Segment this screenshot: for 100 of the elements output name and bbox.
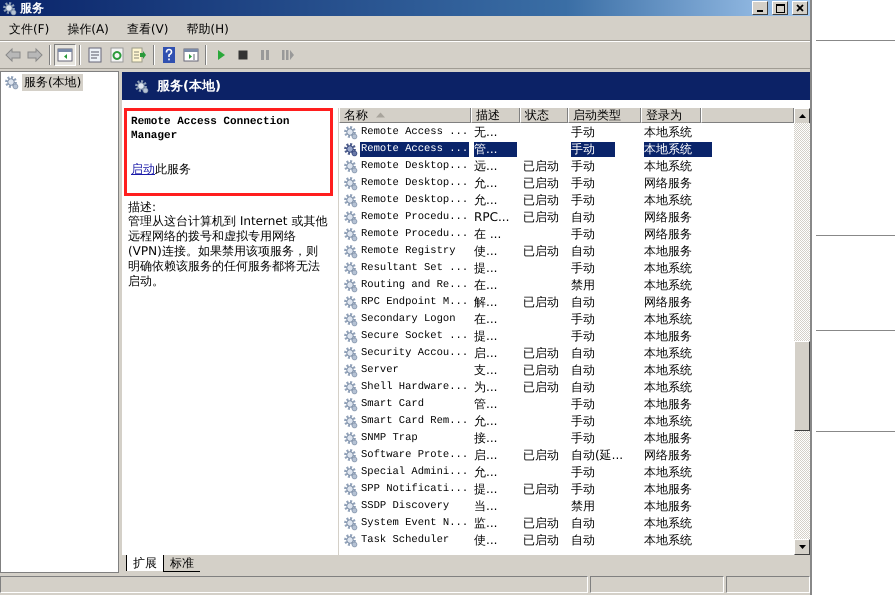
gear-icon bbox=[4, 75, 19, 90]
column-header[interactable]: 状态 bbox=[520, 108, 568, 123]
gear-icon bbox=[343, 227, 358, 242]
maximize-button[interactable] bbox=[772, 1, 788, 15]
scrollbar-thumb[interactable] bbox=[794, 341, 810, 431]
gear-icon bbox=[343, 312, 358, 327]
startup-type-cell: 自动 bbox=[571, 533, 595, 548]
status-cell: 已启动 bbox=[523, 482, 559, 497]
menu-item[interactable]: 操作(A) bbox=[58, 20, 118, 38]
startup-type-cell: 手动 bbox=[571, 397, 595, 412]
column-header[interactable]: 名称 bbox=[339, 108, 471, 123]
pane-toggle-icon[interactable] bbox=[54, 44, 76, 66]
log-on-as-cell: 本地系统 bbox=[644, 380, 692, 395]
startup-type-cell: 手动 bbox=[571, 482, 595, 497]
close-button[interactable] bbox=[792, 1, 808, 15]
service-name[interactable]: Remote Desktop... bbox=[360, 193, 470, 208]
service-name[interactable]: Task Scheduler bbox=[360, 533, 450, 548]
down-arrow-icon bbox=[798, 545, 806, 549]
description-cell: 在 ... bbox=[474, 227, 502, 242]
description-cell: 提... bbox=[474, 329, 498, 344]
description-cell: 监... bbox=[474, 516, 498, 531]
scroll-down-button[interactable] bbox=[794, 539, 810, 555]
description-cell: 启... bbox=[474, 346, 498, 361]
service-title: Remote Access Connection Manager bbox=[131, 115, 290, 143]
service-name[interactable]: SNMP Trap bbox=[360, 431, 419, 446]
maximize-icon bbox=[776, 4, 784, 12]
scroll-up-button[interactable] bbox=[794, 108, 810, 124]
startup-type-cell: 手动 bbox=[571, 329, 595, 344]
gear-icon bbox=[343, 244, 358, 259]
service-name[interactable]: Remote Access ... bbox=[360, 142, 470, 157]
startup-type-cell: 自动 bbox=[571, 380, 595, 395]
startup-type-cell: 手动 bbox=[571, 414, 595, 429]
column-header[interactable]: 启动类型 bbox=[568, 108, 641, 123]
log-on-as-cell: 本地系统 bbox=[644, 261, 692, 276]
service-name[interactable]: SSDP Discovery bbox=[360, 499, 450, 514]
minimize-button[interactable] bbox=[752, 1, 768, 15]
startup-type-cell: 自动 bbox=[571, 363, 595, 378]
description-cell: 提... bbox=[474, 482, 498, 497]
log-on-as-cell: 本地服务 bbox=[644, 499, 692, 514]
panel-title: 服务(本地) bbox=[157, 78, 221, 95]
gear-icon bbox=[343, 363, 358, 378]
service-name[interactable]: Server bbox=[360, 363, 400, 378]
gear-icon bbox=[343, 295, 358, 310]
status-cell: 已启动 bbox=[523, 193, 559, 208]
status-cell: 已启动 bbox=[523, 295, 559, 310]
menu-item[interactable]: 帮助(H) bbox=[177, 20, 238, 38]
description-cell: 允... bbox=[474, 193, 498, 208]
gear-icon bbox=[343, 278, 358, 293]
description-cell: 解... bbox=[474, 295, 498, 310]
service-name[interactable]: Secondary Logon bbox=[360, 312, 457, 327]
menu-item[interactable]: 查看(V) bbox=[118, 20, 178, 38]
service-name[interactable]: Remote Desktop... bbox=[360, 159, 470, 174]
description-cell: 接... bbox=[474, 431, 498, 446]
startup-type-cell: 自动 bbox=[571, 346, 595, 361]
gear-icon bbox=[343, 380, 358, 395]
service-name[interactable]: Remote Procedu... bbox=[360, 210, 470, 225]
log-on-as-cell: 网络服务 bbox=[644, 448, 692, 463]
service-name[interactable]: Remote Desktop... bbox=[360, 176, 470, 191]
startup-type-cell: 手动 bbox=[571, 142, 615, 157]
description-cell: RPC... bbox=[474, 210, 510, 225]
service-name[interactable]: Shell Hardware... bbox=[360, 380, 470, 395]
log-on-as-cell: 本地系统 bbox=[644, 516, 692, 531]
view-tab[interactable]: 扩展 bbox=[126, 555, 163, 571]
column-header[interactable]: 登录为 bbox=[641, 108, 701, 123]
log-on-as-cell: 本地系统 bbox=[644, 159, 692, 174]
service-name[interactable]: Secure Socket ... bbox=[360, 329, 470, 344]
description-cell: 在... bbox=[474, 278, 498, 293]
service-name[interactable]: RPC Endpoint M... bbox=[360, 295, 470, 310]
service-name[interactable]: System Event N... bbox=[360, 516, 470, 531]
service-name[interactable]: Smart Card bbox=[360, 397, 426, 412]
log-on-as-cell: 本地系统 bbox=[644, 193, 692, 208]
service-name[interactable]: Smart Card Rem... bbox=[360, 414, 470, 429]
column-header[interactable]: 描述 bbox=[471, 108, 520, 123]
service-name[interactable]: Security Accou... bbox=[360, 346, 470, 361]
view-tab[interactable]: 标准 bbox=[163, 555, 200, 572]
description-cell: 允... bbox=[474, 414, 498, 429]
startup-type-cell: 手动 bbox=[571, 227, 595, 242]
gear-icon bbox=[343, 329, 358, 344]
service-name[interactable]: Remote Registry bbox=[360, 244, 457, 259]
description-cell: 当... bbox=[474, 499, 498, 514]
description-cell: 使... bbox=[474, 244, 498, 259]
log-on-as-cell: 本地系统 bbox=[644, 414, 692, 429]
log-on-as-cell: 网络服务 bbox=[644, 210, 692, 225]
service-name[interactable]: Routing and Re... bbox=[360, 278, 470, 293]
tree-item[interactable]: 服务(本地) bbox=[22, 74, 84, 91]
gear-icon bbox=[343, 448, 358, 463]
status-cell: 已启动 bbox=[523, 244, 559, 259]
status-cell: 已启动 bbox=[523, 516, 559, 531]
status-cell: 已启动 bbox=[523, 176, 559, 191]
service-name[interactable]: Special Admini... bbox=[360, 465, 470, 480]
description-text: 管理从这台计算机到 Internet 或其他远程网络的拨号和虚拟专用网络(VPN)连接。如果禁用该项服务，则明确依赖该服务的任何服务都将无法启动。 bbox=[128, 214, 328, 289]
service-name[interactable]: Remote Procedu... bbox=[360, 227, 470, 242]
startup-type-cell: 手动 bbox=[571, 125, 595, 140]
service-name[interactable]: Resultant Set ... bbox=[360, 261, 470, 276]
service-name[interactable]: Software Prote... bbox=[360, 448, 470, 463]
description-cell: 在... bbox=[474, 312, 498, 327]
service-name[interactable]: Remote Access ... bbox=[360, 125, 470, 140]
service-name[interactable]: SPP Notificati... bbox=[360, 482, 470, 497]
start-link[interactable]: 启动 bbox=[131, 162, 155, 176]
menu-item[interactable]: 文件(F) bbox=[0, 20, 58, 38]
